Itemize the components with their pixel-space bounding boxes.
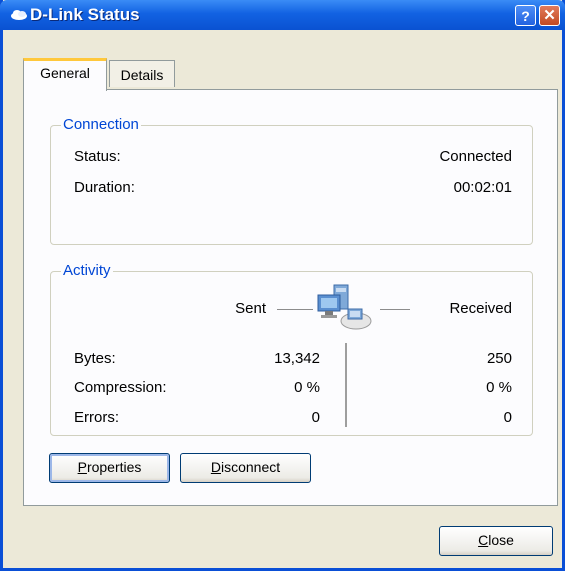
activity-divider xyxy=(345,343,347,427)
activity-group: Activity Sent Received Bytes: 13,342 250… xyxy=(50,262,533,436)
properties-mnemonic: P xyxy=(77,459,87,475)
errors-label: Errors: xyxy=(74,409,119,426)
tab-details[interactable]: Details xyxy=(109,60,175,87)
close-mnemonic: C xyxy=(478,532,489,548)
dialog-window: D-Link Status ? ✕ General Details Connec… xyxy=(0,0,565,571)
duration-label: Duration: xyxy=(74,179,135,196)
close-window-button[interactable]: ✕ xyxy=(539,5,560,26)
title-bar[interactable]: D-Link Status ? ✕ xyxy=(0,0,565,30)
close-label: lose xyxy=(488,532,514,548)
window-title: D-Link Status xyxy=(30,5,140,24)
compression-label: Compression: xyxy=(74,379,167,396)
properties-label: roperties xyxy=(86,459,142,475)
tab-details-label: Details xyxy=(120,67,164,83)
bytes-label: Bytes: xyxy=(74,350,116,367)
disconnect-label: isconnect xyxy=(220,459,281,475)
network-cloud-icon xyxy=(10,8,28,26)
activity-group-label: Activity xyxy=(61,262,113,279)
help-button[interactable]: ? xyxy=(515,5,536,26)
disconnect-mnemonic: D xyxy=(210,459,221,475)
received-connector-line xyxy=(380,309,410,310)
general-panel: Connection Status: Connected Duration: 0… xyxy=(23,89,558,506)
sent-label: Sent xyxy=(235,300,266,317)
tab-general-label: General xyxy=(40,65,90,81)
errors-received-value: 0 xyxy=(503,409,512,426)
bytes-received-value: 250 xyxy=(486,350,512,367)
bytes-sent-value: 13,342 xyxy=(274,350,320,367)
properties-button[interactable]: Properties xyxy=(49,453,170,483)
status-label: Status: xyxy=(74,148,121,165)
compression-received-value: 0 % xyxy=(486,379,512,396)
status-value: Connected xyxy=(439,148,512,165)
connection-group-label: Connection xyxy=(61,116,141,133)
close-button[interactable]: Close xyxy=(439,526,553,556)
compression-sent-value: 0 % xyxy=(294,379,320,396)
connection-group: Connection Status: Connected Duration: 0… xyxy=(50,116,533,245)
errors-sent-value: 0 xyxy=(311,409,320,426)
sent-connector-line xyxy=(277,309,313,310)
disconnect-button[interactable]: Disconnect xyxy=(180,453,311,483)
close-icon: ✕ xyxy=(543,7,556,24)
duration-value: 00:02:01 xyxy=(453,179,512,196)
tab-general[interactable]: General xyxy=(23,58,107,91)
received-label: Received xyxy=(449,300,512,317)
help-icon: ? xyxy=(521,8,530,24)
network-computers-icon xyxy=(316,283,374,338)
